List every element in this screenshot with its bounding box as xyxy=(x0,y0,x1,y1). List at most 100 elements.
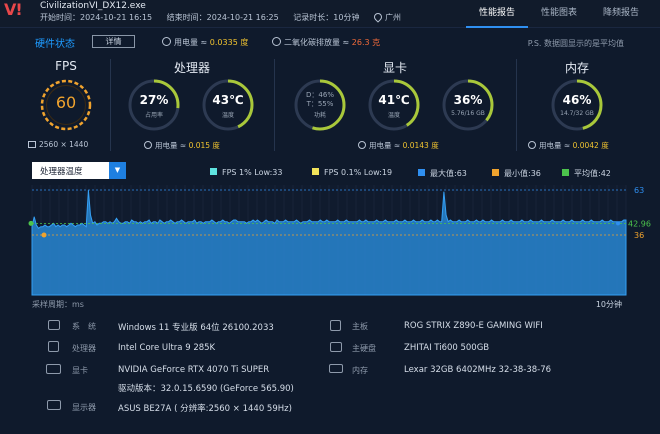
average-note: P.S. 数据圆显示的是平均值 xyxy=(527,39,624,48)
end-time: 结束时间：2024-10-21 16:25 xyxy=(166,13,279,22)
legend-fps-01-low-text: FPS 0.1% Low:19 xyxy=(324,168,393,177)
metrics-panel: FPS 60 2560 × 1440 处理器 27% 占用率 43℃ 温度 用电… xyxy=(28,53,634,157)
gpu-power-t: T：55% xyxy=(306,100,334,108)
cpu-power: 用电量 ≈ 0.015 度 xyxy=(144,140,220,151)
cpu-title: 处理器 xyxy=(173,61,210,75)
cpu-usage-value: 27% xyxy=(139,93,169,107)
session-meta: 开始时间：2024-10-21 16:15 结束时间：2024-10-21 16… xyxy=(40,11,413,23)
ram-power: 用电量 ≈ 0.0042 度 xyxy=(528,140,609,151)
gpu-power: 用电量 ≈ 0.0143 度 xyxy=(358,140,439,151)
gpu-temp-gauge: 41℃ 温度 xyxy=(366,77,422,133)
hardware-status-title: 硬件状态 xyxy=(35,39,75,50)
legend-avg: 平均值:42 xyxy=(562,168,611,179)
duration: 记录时长：10分钟 xyxy=(293,13,360,22)
hardware-status-row: 硬件状态 详情 用电量 ≈ 0.0335 度 二氧化碳排放量 ≈ 26.3 克 … xyxy=(0,31,660,53)
chevron-down-icon[interactable]: ▼ xyxy=(109,162,126,179)
gpu-driver: 驱动版本：32.0.15.6590 (GeForce 565.90) xyxy=(118,384,294,394)
monitor-label: 显示器 xyxy=(72,403,96,412)
legend-min-text: 最小值:36 xyxy=(504,169,541,178)
min-label: 36 xyxy=(634,231,644,240)
legend-swatch xyxy=(312,168,319,175)
divider xyxy=(274,59,275,151)
total-power: 用电量 ≈ 0.0335 度 xyxy=(162,37,248,48)
legend-fps-1-low: FPS 1% Low:33 xyxy=(210,168,282,177)
gpu-memory-label: 5.76/16 GB xyxy=(451,110,485,117)
total-power-label: 用电量 ≈ xyxy=(174,38,208,47)
metric-select-value: 处理器温度 xyxy=(40,167,83,177)
ram-value-info: Lexar 32GB 6402MHz 32-38-38-76 xyxy=(404,365,552,375)
ram-value: 46% xyxy=(562,93,592,107)
os-icon xyxy=(48,320,60,330)
gpu-memory-value: 36% xyxy=(453,93,483,107)
ram-power-value: 0.0042 度 xyxy=(572,141,609,150)
avg-label: 42.96 xyxy=(628,219,651,228)
legend-avg-text: 平均值:42 xyxy=(574,169,611,178)
cpu-icon xyxy=(48,341,59,352)
disk-icon xyxy=(330,342,342,352)
cpu-temp-label: 温度 xyxy=(221,112,234,119)
chart-controls: 处理器温度 ▼ FPS 1% Low:33 FPS 0.1% Low:19 最大… xyxy=(28,160,634,182)
ram-gauge: 46% 14.7/32 GB xyxy=(549,77,605,133)
divider xyxy=(516,59,517,151)
legend-swatch xyxy=(210,168,217,175)
gpu-power-value: 0.0143 度 xyxy=(402,141,439,150)
fps-gauge: 60 xyxy=(38,77,94,133)
co2-emission: 二氧化碳排放量 ≈ 26.3 克 xyxy=(272,37,380,48)
avg-marker-left xyxy=(28,220,34,226)
tab-performance-chart[interactable]: 性能图表 xyxy=(528,0,590,28)
gpu-title: 显卡 xyxy=(382,61,407,75)
gpu-temp-label: 温度 xyxy=(387,112,400,119)
cpu-value: Intel Core Ultra 9 285K xyxy=(118,343,216,353)
power-icon xyxy=(358,141,366,149)
leaf-icon xyxy=(272,37,281,46)
sample-period-label: 采样周期：ms xyxy=(32,300,84,309)
legend-fps-01-low: FPS 0.1% Low:19 xyxy=(312,168,392,177)
detail-button[interactable]: 详情 xyxy=(92,35,135,48)
co2-value: 26.3 克 xyxy=(351,38,381,47)
cpu-usage-gauge: 27% 占用率 xyxy=(126,77,182,133)
gpu-icon xyxy=(46,364,61,374)
gpu-label: 显卡 xyxy=(72,366,88,375)
fps-title: FPS xyxy=(55,59,77,73)
os-label: 系 统 xyxy=(72,322,96,331)
cpu-temp-gauge: 43℃ 温度 xyxy=(200,77,256,133)
start-time: 开始时间：2024-10-21 16:15 xyxy=(40,13,153,22)
min-marker-left xyxy=(41,232,47,238)
ram-label: 14.7/32 GB xyxy=(560,110,594,117)
cpu-temp-value: 43℃ xyxy=(212,93,244,107)
co2-label: 二氧化碳排放量 ≈ xyxy=(284,38,350,47)
fps-resolution: 2560 × 1440 xyxy=(28,140,88,149)
tab-performance-report[interactable]: 性能报告 xyxy=(465,0,528,28)
gpu-power-label: 功耗 xyxy=(313,112,326,119)
monitor-value: ASUS BE27A ( 分辨率:2560 × 1440 59Hz) xyxy=(118,404,292,414)
disk-label: 主硬盘 xyxy=(352,344,376,353)
ram-power-label: 用电量 ≈ xyxy=(539,141,571,150)
fps-value: 60 xyxy=(55,93,77,112)
power-icon xyxy=(162,37,171,46)
cpu-power-label: 用电量 ≈ xyxy=(155,141,187,150)
app-name: CivilizationVI_DX12.exe xyxy=(40,1,146,11)
app-logo: V! xyxy=(4,0,23,19)
legend-fps-1-low-text: FPS 1% Low:33 xyxy=(222,168,283,177)
location-pin-icon xyxy=(372,11,384,23)
title-bar: V! CivilizationVI_DX12.exe 开始时间：2024-10-… xyxy=(0,0,660,28)
power-icon xyxy=(528,141,536,149)
ram-label-info: 内存 xyxy=(352,366,368,375)
location: 广州 xyxy=(372,11,401,23)
resolution-icon xyxy=(28,141,36,148)
gpu-temp-value: 41℃ xyxy=(378,93,410,107)
total-power-value: 0.0335 度 xyxy=(209,38,249,47)
report-tabs: 性能报告 性能图表 降频报告 xyxy=(465,0,652,28)
temperature-chart: 63 42.96 36 xyxy=(28,185,651,296)
max-marker-right xyxy=(616,221,620,226)
divider xyxy=(110,59,111,151)
monitor-icon xyxy=(47,400,61,410)
system-info: 系 统 Windows 11 专业版 64位 26100.2033 处理器 In… xyxy=(0,314,660,434)
tab-throttle-report[interactable]: 降频报告 xyxy=(590,0,652,28)
legend-max-text: 最大值:63 xyxy=(430,169,467,178)
metric-select[interactable]: 处理器温度 ▼ xyxy=(32,162,126,179)
gpu-memory-gauge: 36% 5.76/16 GB xyxy=(440,77,496,133)
motherboard-label: 主板 xyxy=(352,322,368,331)
motherboard-icon xyxy=(330,320,341,331)
cpu-usage-label: 占用率 xyxy=(144,112,163,119)
